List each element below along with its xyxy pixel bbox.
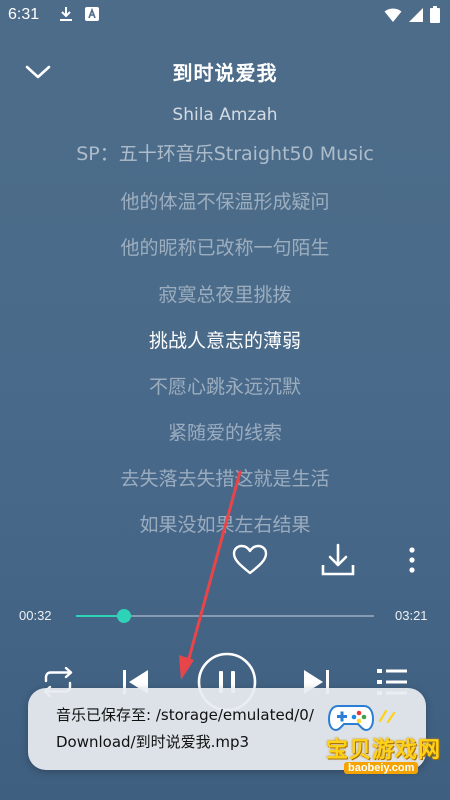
favorite-button[interactable] xyxy=(230,542,270,582)
lyric-line: 他的体温不保温形成疑问 xyxy=(120,191,330,213)
toast-line: 音乐已保存至: /storage/emulated/0/ xyxy=(56,706,314,724)
watermark-url: baobeiy.com xyxy=(344,762,419,774)
lyric-line: 去失落去失措这就是生活 xyxy=(120,468,330,490)
more-button[interactable] xyxy=(392,542,432,582)
current-time: 00:32 xyxy=(19,608,52,623)
status-bar: 6:31 xyxy=(0,0,450,30)
sparkle-icon xyxy=(378,708,398,727)
watermark-logo: 宝贝游戏网 baobeiy.com xyxy=(318,698,448,782)
lyric-line: SP：五十环音乐Straight50 Music xyxy=(76,143,374,165)
toast-line: Download/到时说爱我.mp3 xyxy=(56,733,250,751)
lyric-line: 不愿心跳永远沉默 xyxy=(148,376,301,398)
artist-name: Shila Amzah xyxy=(172,105,278,125)
total-time: 03:21 xyxy=(395,608,428,623)
player-header: 到时说爱我 xyxy=(0,44,450,100)
download-icon xyxy=(320,543,356,581)
more-vertical-icon xyxy=(409,547,415,577)
battery-icon xyxy=(430,6,440,28)
lyric-line: 寂寞总夜里挑拨 xyxy=(158,284,292,306)
download-icon xyxy=(58,6,74,22)
download-button[interactable] xyxy=(318,542,358,582)
wifi-icon xyxy=(384,7,402,28)
signal-icon xyxy=(408,7,424,28)
status-time: 6:31 xyxy=(8,6,40,23)
lyric-line-active: 挑战人意志的薄弱 xyxy=(148,330,301,352)
toast-message: 音乐已保存至: /storage/emulated/0/ Download/到时… xyxy=(56,702,356,756)
progress-thumb[interactable] xyxy=(116,609,131,623)
watermark-text: 宝贝游戏网 xyxy=(326,738,442,763)
progress-area: 00:32 03:21 xyxy=(0,600,450,632)
action-row xyxy=(0,540,450,586)
lyric-line: 他的昵称已改称一句陌生 xyxy=(120,237,330,259)
progress-track[interactable] xyxy=(76,609,374,623)
gamepad-icon xyxy=(327,700,375,736)
a-box-icon xyxy=(84,6,100,22)
song-title: 到时说爱我 xyxy=(172,61,278,85)
lyric-line: 紧随爱的线索 xyxy=(167,422,282,444)
lyric-line: 如果没如果左右结果 xyxy=(139,514,311,536)
heart-icon xyxy=(232,544,268,580)
